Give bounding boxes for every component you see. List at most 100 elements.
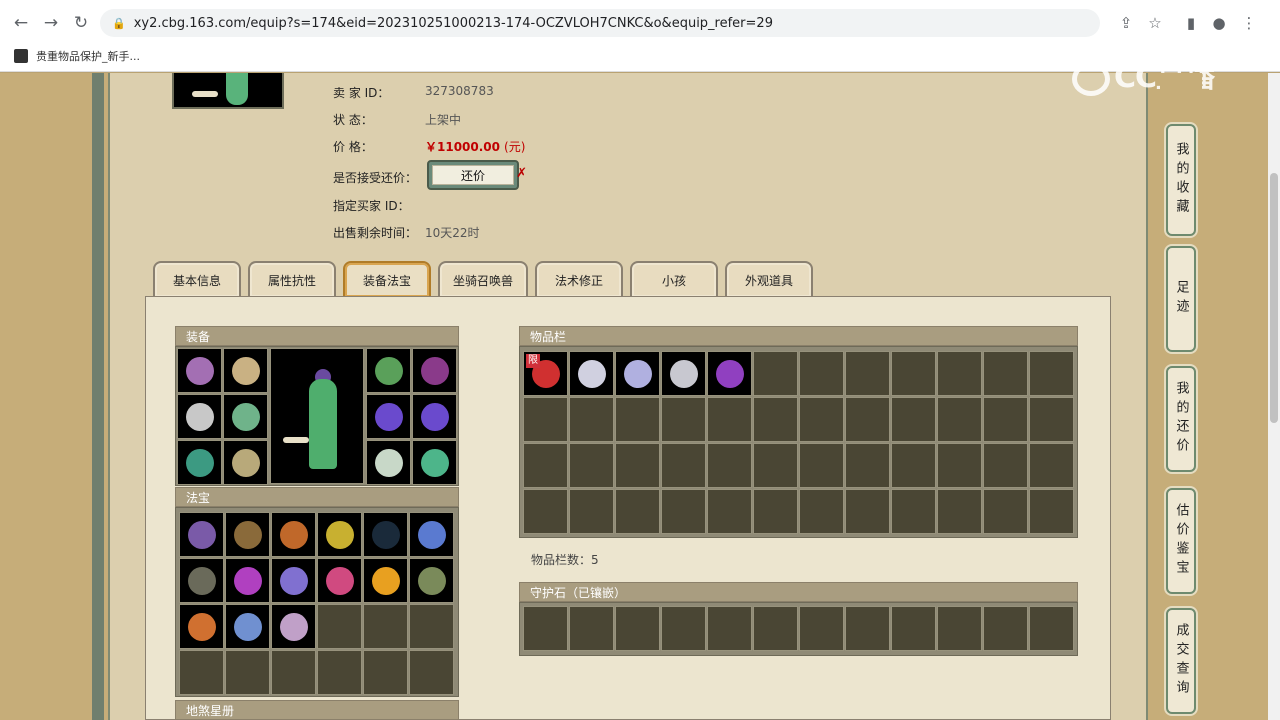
treasure-slot[interactable] [225, 558, 270, 603]
inventory-slot[interactable] [845, 351, 890, 396]
equip-slot[interactable] [366, 348, 411, 393]
back-icon[interactable]: ← [10, 12, 32, 34]
inventory-slot[interactable] [615, 489, 660, 534]
equip-slot[interactable] [223, 394, 268, 439]
scrollbar[interactable] [1268, 73, 1280, 720]
inventory-slot[interactable] [661, 351, 706, 396]
inventory-slot[interactable] [799, 489, 844, 534]
inventory-slot[interactable] [615, 351, 660, 396]
inventory-slot[interactable] [569, 351, 614, 396]
inventory-slot[interactable] [569, 443, 614, 488]
inventory-slot[interactable] [523, 489, 568, 534]
inventory-slot[interactable] [891, 443, 936, 488]
inventory-slot[interactable] [523, 443, 568, 488]
guard-stone-slot[interactable] [615, 606, 660, 651]
inventory-slot[interactable] [937, 489, 982, 534]
treasure-slot[interactable] [409, 558, 454, 603]
inventory-slot[interactable] [707, 489, 752, 534]
treasure-slot[interactable] [317, 604, 362, 649]
treasure-slot[interactable] [179, 650, 224, 695]
inventory-slot[interactable] [1029, 443, 1074, 488]
treasure-slot[interactable] [225, 650, 270, 695]
equip-slot[interactable] [412, 440, 457, 485]
inventory-slot[interactable] [661, 397, 706, 442]
tab-equipment[interactable]: 装备法宝 [343, 261, 431, 297]
inventory-slot[interactable] [707, 351, 752, 396]
equip-slot[interactable] [412, 348, 457, 393]
equip-slot[interactable] [366, 394, 411, 439]
inventory-slot[interactable] [983, 397, 1028, 442]
inventory-slot[interactable] [569, 397, 614, 442]
inventory-slot[interactable] [753, 397, 798, 442]
tab-spell-correction[interactable]: 法术修正 [535, 261, 623, 297]
inventory-slot[interactable] [707, 397, 752, 442]
scrollbar-thumb[interactable] [1270, 173, 1278, 423]
treasure-slot[interactable] [363, 558, 408, 603]
treasure-slot[interactable] [409, 650, 454, 695]
equip-slot[interactable] [412, 394, 457, 439]
inventory-slot[interactable] [569, 489, 614, 534]
bargain-button[interactable]: 还价 ✗ [427, 160, 527, 190]
treasure-slot[interactable] [363, 650, 408, 695]
share-icon[interactable]: ⇪ [1115, 12, 1137, 34]
star-icon[interactable]: ☆ [1144, 12, 1166, 34]
treasure-slot[interactable] [179, 512, 224, 557]
tab-child[interactable]: 小孩 [630, 261, 718, 297]
treasure-slot[interactable] [271, 558, 316, 603]
inventory-slot[interactable] [891, 351, 936, 396]
nav-my-bargains[interactable]: 我的还价 [1166, 366, 1196, 472]
inventory-slot[interactable] [937, 397, 982, 442]
treasure-slot[interactable] [317, 512, 362, 557]
inventory-slot[interactable] [523, 397, 568, 442]
nav-favorites[interactable]: 我的收藏 [1166, 124, 1196, 236]
inventory-slot[interactable] [753, 443, 798, 488]
equip-slot[interactable] [177, 440, 222, 485]
bookmark-item[interactable]: 贵重物品保护_新手... [14, 46, 140, 66]
equip-slot[interactable] [223, 348, 268, 393]
tab-attributes[interactable]: 属性抗性 [248, 261, 336, 297]
guard-stone-slot[interactable] [707, 606, 752, 651]
treasure-slot[interactable] [225, 604, 270, 649]
guard-stone-slot[interactable] [753, 606, 798, 651]
treasure-slot[interactable] [363, 512, 408, 557]
treasure-slot[interactable] [317, 650, 362, 695]
inventory-slot[interactable]: 限 [523, 351, 568, 396]
treasure-slot[interactable] [271, 650, 316, 695]
guard-stone-slot[interactable] [1029, 606, 1074, 651]
treasure-slot[interactable] [179, 558, 224, 603]
equip-slot[interactable] [177, 348, 222, 393]
sidepanel-icon[interactable]: ▮ [1180, 12, 1202, 34]
equip-slot[interactable] [366, 440, 411, 485]
guard-stone-slot[interactable] [983, 606, 1028, 651]
inventory-slot[interactable] [753, 351, 798, 396]
inventory-slot[interactable] [799, 351, 844, 396]
treasure-slot[interactable] [271, 604, 316, 649]
inventory-slot[interactable] [707, 443, 752, 488]
guard-stone-slot[interactable] [569, 606, 614, 651]
tab-basic-info[interactable]: 基本信息 [153, 261, 241, 297]
nav-deal-query[interactable]: 成交查询 [1166, 608, 1196, 714]
guard-stone-slot[interactable] [523, 606, 568, 651]
inventory-slot[interactable] [845, 397, 890, 442]
guard-stone-slot[interactable] [661, 606, 706, 651]
inventory-slot[interactable] [1029, 351, 1074, 396]
treasure-slot[interactable] [179, 604, 224, 649]
inventory-slot[interactable] [937, 443, 982, 488]
inventory-slot[interactable] [845, 489, 890, 534]
guard-stone-slot[interactable] [799, 606, 844, 651]
treasure-slot[interactable] [271, 512, 316, 557]
inventory-slot[interactable] [891, 397, 936, 442]
guard-stone-slot[interactable] [891, 606, 936, 651]
inventory-slot[interactable] [891, 489, 936, 534]
inventory-slot[interactable] [799, 443, 844, 488]
tab-appearance[interactable]: 外观道具 [725, 261, 813, 297]
treasure-slot[interactable] [409, 604, 454, 649]
inventory-slot[interactable] [983, 443, 1028, 488]
equip-slot[interactable] [223, 440, 268, 485]
equip-slot[interactable] [177, 394, 222, 439]
inventory-slot[interactable] [615, 443, 660, 488]
treasure-slot[interactable] [409, 512, 454, 557]
address-bar[interactable]: 🔒 xy2.cbg.163.com/equip?s=174&eid=202310… [100, 9, 1100, 37]
inventory-slot[interactable] [845, 443, 890, 488]
nav-footprints[interactable]: 足迹 [1166, 246, 1196, 352]
